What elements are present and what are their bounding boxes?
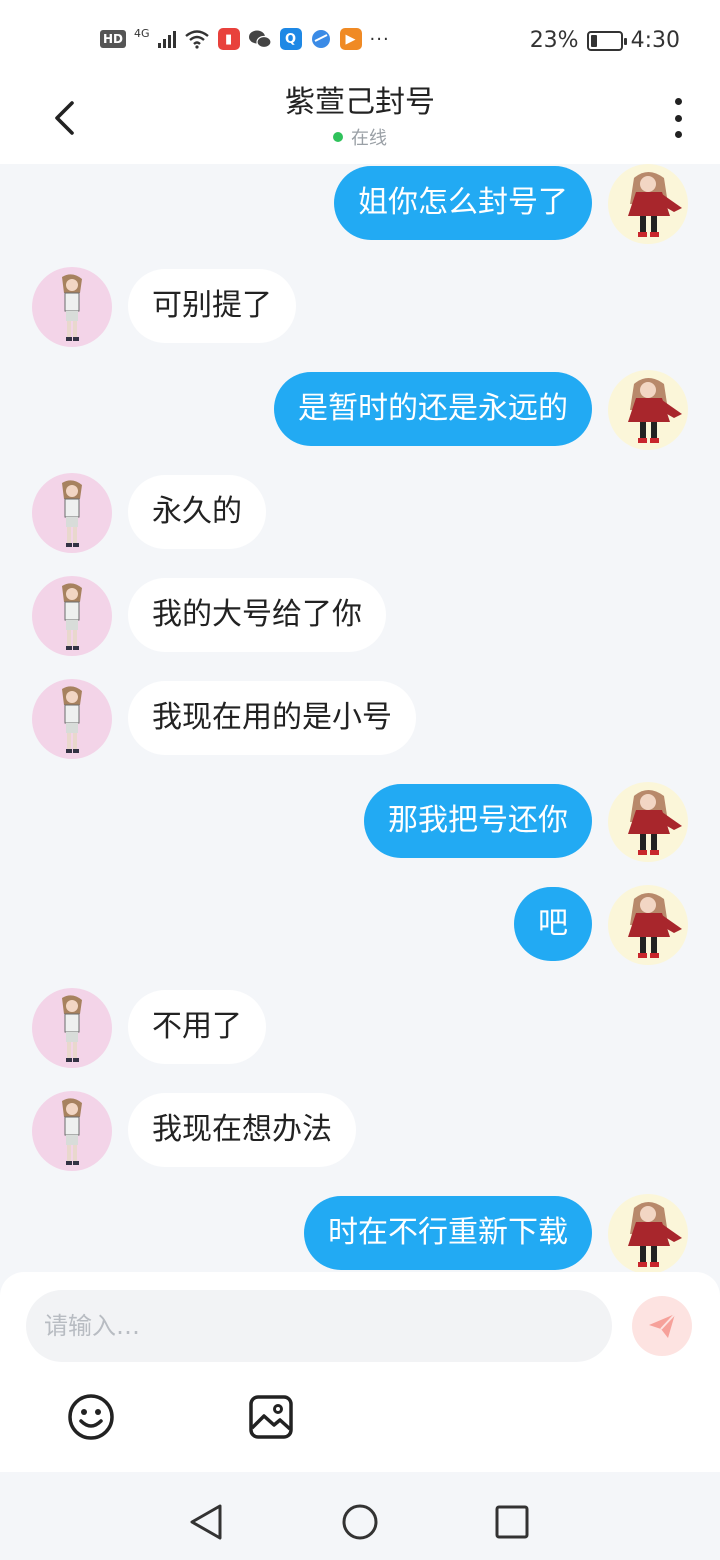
signal-icon <box>157 30 176 48</box>
nav-home-button[interactable] <box>340 1502 380 1542</box>
hd-badge: HD <box>100 30 127 48</box>
more-options-button[interactable] <box>672 98 684 138</box>
contact-avatar[interactable] <box>32 576 112 656</box>
message-bubble[interactable]: 可别提了 <box>128 269 296 343</box>
smiley-icon <box>68 1394 114 1440</box>
battery-level-fill <box>590 34 597 47</box>
emoji-button[interactable] <box>66 1392 116 1442</box>
incoming-message: 我现在用的是小号 <box>0 679 720 759</box>
message-bubble[interactable]: 吧 <box>514 887 592 961</box>
system-nav-bar <box>0 1472 720 1560</box>
contact-avatar[interactable] <box>32 1091 112 1171</box>
wifi-icon <box>184 30 209 49</box>
composer <box>0 1272 720 1472</box>
nav-back-button[interactable] <box>186 1502 226 1542</box>
outgoing-message: 是暂时的还是永远的 <box>0 370 720 450</box>
status-icons-right: 23% 4:30 <box>530 28 680 53</box>
incoming-message: 不用了 <box>0 988 720 1068</box>
message-bubble[interactable]: 我现在用的是小号 <box>128 681 416 755</box>
incoming-message: 我的大号给了你 <box>0 576 720 656</box>
user-avatar-figure-icon <box>628 1202 682 1267</box>
paper-plane-icon <box>649 1313 676 1338</box>
user-avatar-figure-icon <box>628 893 682 958</box>
user-avatar[interactable] <box>608 782 688 862</box>
book-app-icon: ▮ <box>217 28 240 50</box>
user-avatar[interactable] <box>608 885 688 965</box>
contact-avatar[interactable] <box>32 267 112 347</box>
send-button[interactable] <box>632 1296 692 1356</box>
incoming-message: 永久的 <box>0 473 720 553</box>
contact-avatar[interactable] <box>32 988 112 1068</box>
triangle-back-icon <box>190 1504 222 1540</box>
image-icon <box>249 1395 293 1439</box>
user-avatar[interactable] <box>608 164 688 244</box>
outgoing-message: 时在不行重新下载 <box>0 1194 720 1272</box>
contact-avatar-figure-icon <box>62 995 82 1062</box>
chat-header: 紫萱己封号 在线 <box>0 84 720 164</box>
contact-avatar-figure-icon <box>62 1098 82 1165</box>
more-dot-icon <box>674 114 682 122</box>
outgoing-message: 吧 <box>0 885 720 965</box>
image-button[interactable] <box>246 1392 296 1442</box>
chevron-left-icon <box>55 101 74 135</box>
message-bubble[interactable]: 姐你怎么封号了 <box>334 166 592 240</box>
contact-avatar[interactable] <box>32 473 112 553</box>
back-button[interactable] <box>44 94 84 142</box>
user-avatar-figure-icon <box>628 172 682 237</box>
battery-percent: 23% <box>529 28 579 53</box>
message-bubble[interactable]: 永久的 <box>128 475 266 549</box>
contact-avatar-figure-icon <box>62 686 82 753</box>
message-bubble[interactable]: 我现在想办法 <box>128 1093 356 1167</box>
outgoing-message: 姐你怎么封号了 <box>0 164 720 244</box>
online-status: 在线 <box>0 124 720 150</box>
user-avatar-figure-icon <box>628 790 682 855</box>
chat-screen: HD 4G ▮ Q ▶ ··· 23% 4:30 紫萱己封号 在线 姐你怎么封号… <box>0 0 720 1560</box>
battery-icon <box>586 30 627 51</box>
user-avatar[interactable] <box>608 1194 688 1272</box>
search-app-icon: Q <box>279 28 302 50</box>
message-bubble[interactable]: 那我把号还你 <box>364 784 592 858</box>
message-bubble[interactable]: 我的大号给了你 <box>128 578 386 652</box>
message-list[interactable]: 姐你怎么封号了 可别提了是暂时的还是永远的 永久的我的大号给了你 我现在用的是小号那我… <box>0 164 720 1272</box>
message-input[interactable] <box>26 1290 612 1362</box>
contact-name: 紫萱己封号 <box>285 85 435 120</box>
more-dot-icon <box>674 131 682 138</box>
square-recent-icon <box>495 1505 529 1539</box>
status-icons-left: HD 4G ▮ Q ▶ ··· <box>100 26 390 50</box>
contact-avatar-figure-icon <box>62 274 82 341</box>
nav-recent-button[interactable] <box>492 1502 532 1542</box>
clock: 4:30 <box>630 28 680 53</box>
contact-avatar[interactable] <box>32 679 112 759</box>
more-dot-icon <box>674 98 682 105</box>
online-status-label: 在线 <box>351 128 387 149</box>
online-dot-icon <box>333 132 343 142</box>
contact-avatar-figure-icon <box>62 480 82 547</box>
browser-app-icon <box>311 30 330 48</box>
user-avatar-figure-icon <box>628 378 682 443</box>
incoming-message: 我现在想办法 <box>0 1091 720 1171</box>
status-bar: HD 4G ▮ Q ▶ ··· 23% 4:30 <box>0 0 720 84</box>
video-app-icon: ▶ <box>339 28 362 50</box>
more-notifications-icon: ··· <box>369 28 390 50</box>
contact-avatar-figure-icon <box>62 583 82 650</box>
message-bubble[interactable]: 是暂时的还是永远的 <box>274 372 592 446</box>
outgoing-message: 那我把号还你 <box>0 782 720 862</box>
circle-home-icon <box>342 1504 378 1540</box>
message-bubble[interactable]: 不用了 <box>128 990 266 1064</box>
incoming-message: 可别提了 <box>0 267 720 347</box>
message-bubble[interactable]: 时在不行重新下载 <box>304 1196 592 1270</box>
network-type-label: 4G <box>134 26 150 40</box>
wechat-icon <box>248 30 272 49</box>
user-avatar[interactable] <box>608 370 688 450</box>
